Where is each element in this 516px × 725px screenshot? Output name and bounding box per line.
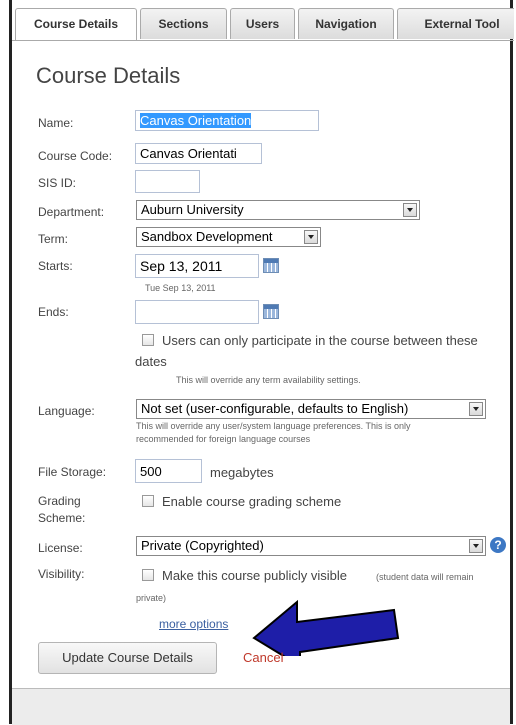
grading-scheme-label: Grading	[38, 494, 81, 508]
help-icon[interactable]: ?	[490, 537, 506, 553]
tab-navigation[interactable]: Navigation	[298, 8, 394, 39]
file-storage-unit: megabytes	[210, 465, 274, 480]
grading-scheme-text: Enable course grading scheme	[162, 494, 342, 509]
visibility-text: Make this course publicly visible	[162, 568, 347, 583]
chevron-down-icon[interactable]	[304, 230, 318, 244]
more-options-link[interactable]: more options	[159, 617, 228, 631]
term-select[interactable]: Sandbox Development	[136, 227, 321, 247]
sis-id-label: SIS ID:	[38, 176, 77, 190]
tab-bar: Course Details Sections Users Navigation…	[12, 8, 514, 41]
settings-panel: Course Details Sections Users Navigation…	[9, 0, 514, 725]
language-select-value: Not set (user-configurable, defaults to …	[141, 401, 409, 416]
participate-label-continued: dates	[135, 354, 167, 369]
visibility-note: (student data will remain	[376, 572, 474, 582]
language-note: This will override any user/system langu…	[136, 421, 411, 431]
visibility-note-continued: private)	[136, 593, 167, 603]
chevron-down-icon[interactable]	[469, 539, 483, 553]
starts-date-input[interactable]: Sep 13, 2011	[135, 254, 259, 278]
page-title: Course Details	[36, 63, 181, 88]
ends-label: Ends:	[38, 305, 69, 319]
update-course-details-button[interactable]: Update Course Details	[38, 642, 217, 674]
file-storage-input[interactable]: 500	[135, 459, 202, 483]
course-code-input[interactable]: Canvas Orientati	[135, 143, 262, 164]
grading-scheme-checkbox[interactable]	[142, 495, 154, 507]
visibility-checkbox[interactable]	[142, 569, 154, 581]
calendar-icon[interactable]	[263, 304, 279, 319]
file-storage-label: File Storage:	[38, 465, 107, 479]
tab-users[interactable]: Users	[230, 8, 295, 39]
visibility-label: Visibility:	[38, 567, 85, 581]
tab-course-details[interactable]: Course Details	[15, 8, 137, 40]
department-label: Department:	[38, 205, 105, 219]
language-select[interactable]: Not set (user-configurable, defaults to …	[136, 399, 486, 419]
arrow-icon	[252, 599, 400, 656]
calendar-icon[interactable]	[263, 258, 279, 273]
starts-date-hint: Tue Sep 13, 2011	[145, 283, 216, 293]
participate-checkbox[interactable]	[142, 334, 154, 346]
name-input[interactable]: Canvas Orientation	[135, 110, 319, 131]
chevron-down-icon[interactable]	[403, 203, 417, 217]
ends-date-input[interactable]	[135, 300, 259, 324]
chevron-down-icon[interactable]	[469, 402, 483, 416]
department-select[interactable]: Auburn University	[136, 200, 420, 220]
language-label: Language:	[38, 404, 95, 418]
name-label: Name:	[38, 116, 74, 130]
grading-scheme-label-continued: Scheme:	[38, 511, 86, 525]
cancel-link[interactable]: Cancel	[243, 650, 283, 665]
department-select-value: Auburn University	[141, 202, 244, 217]
term-label: Term:	[38, 232, 68, 246]
term-select-value: Sandbox Development	[141, 229, 273, 244]
arrow-shape	[252, 599, 400, 656]
name-input-value: Canvas Orientation	[140, 113, 252, 128]
sis-id-input[interactable]	[135, 170, 200, 193]
license-select-value: Private (Copyrighted)	[141, 538, 264, 553]
license-label: License:	[38, 541, 83, 555]
license-select[interactable]: Private (Copyrighted)	[136, 536, 486, 556]
participate-label: Users can only participate in the course…	[162, 333, 478, 348]
footer-bar	[12, 688, 510, 725]
tab-external-tools[interactable]: External Tool	[397, 8, 514, 39]
starts-label: Starts:	[38, 259, 73, 273]
language-note-continued: recommended for foreign language courses	[136, 434, 311, 444]
course-code-label: Course Code:	[38, 149, 113, 163]
tab-sections[interactable]: Sections	[140, 8, 227, 39]
participate-note: This will override any term availability…	[176, 375, 361, 385]
